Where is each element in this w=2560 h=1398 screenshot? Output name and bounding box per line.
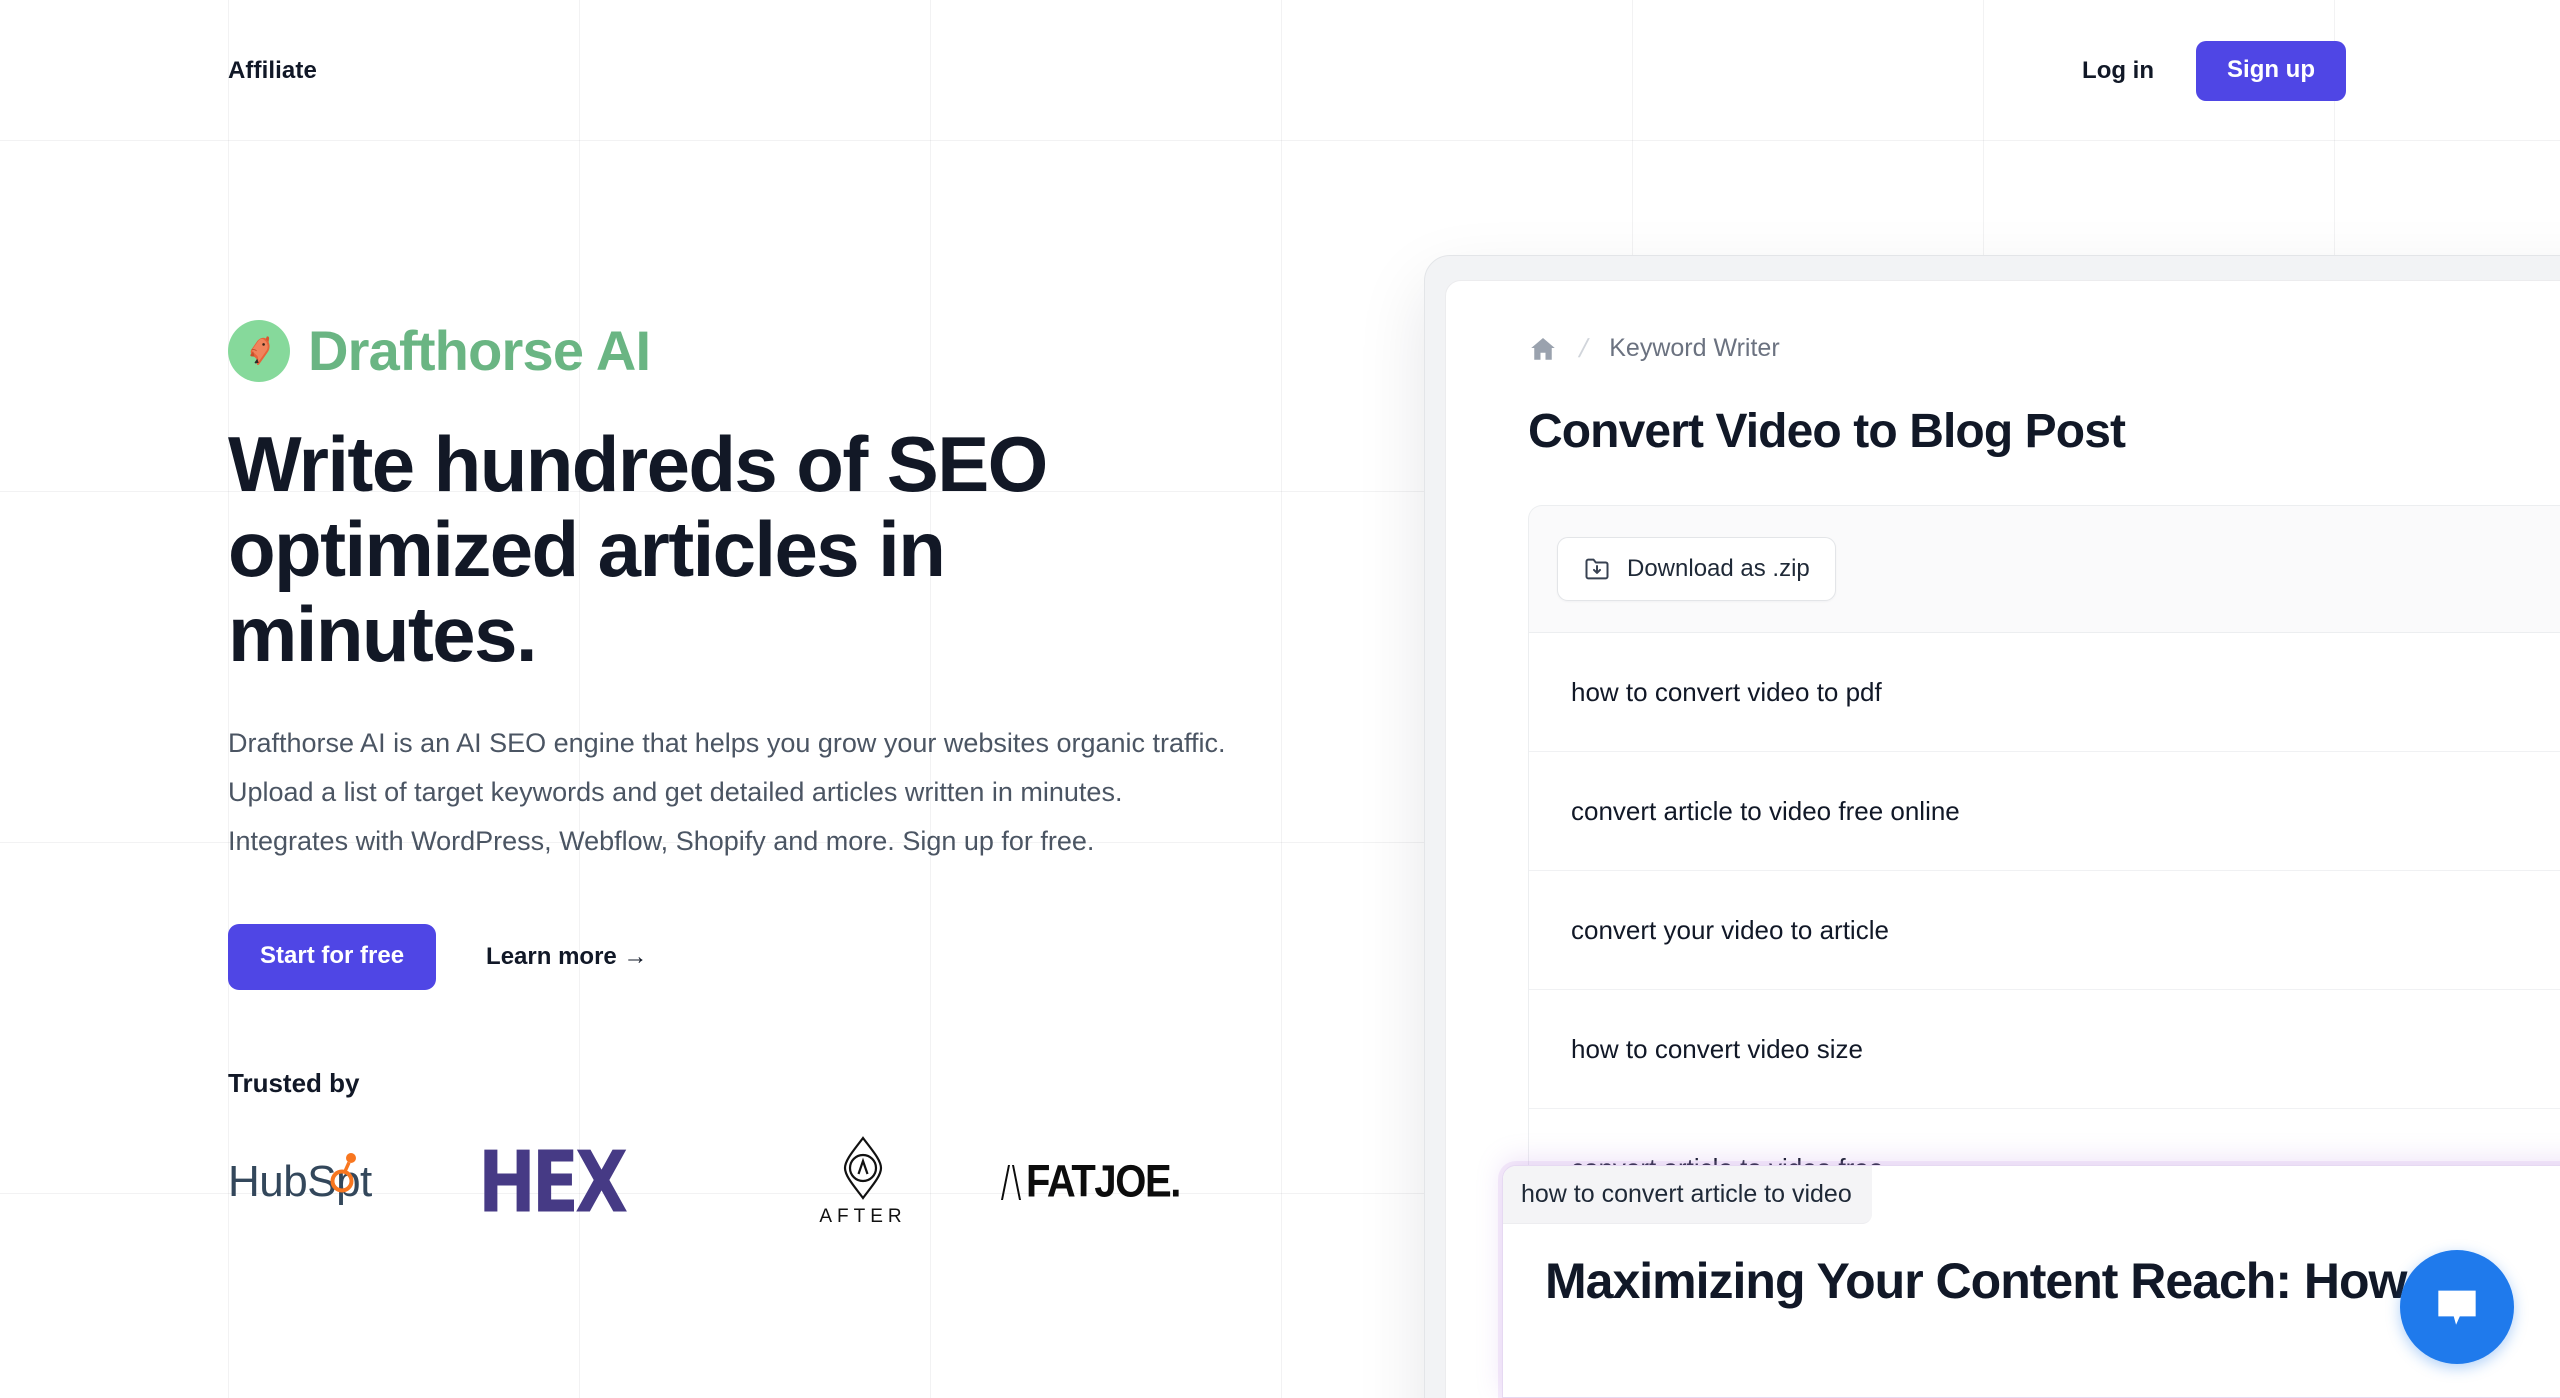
logo-hex: HEX — [478, 1133, 728, 1232]
navbar-right: Log in Sign up — [2082, 41, 2346, 101]
learn-more-link[interactable]: Learn more → — [486, 943, 647, 971]
page-title: Write hundreds of SEO optimized articles… — [228, 420, 1048, 679]
chat-bubble-icon — [2438, 1290, 2476, 1325]
cta-row: Start for free Learn more → — [228, 924, 1348, 991]
brand-name: Drafthorse AI — [308, 319, 651, 382]
brand-lockup: Drafthorse AI — [228, 320, 1348, 382]
logo-after-text: AFTER — [819, 1206, 907, 1228]
logo-hex-text: HEX — [478, 1133, 628, 1232]
start-for-free-button[interactable]: Start for free — [228, 924, 437, 991]
keyword-row[interactable]: convert article to video free online — [1529, 752, 2560, 871]
hero-section: Drafthorse AI Write hundreds of SEO opti… — [228, 320, 1348, 1232]
logo-hubspot-suffix: t — [360, 1157, 372, 1207]
trusted-logo-row: HubSpt HEX AFTER FATJOE. — [228, 1133, 1348, 1232]
horse-head-icon — [228, 320, 290, 382]
login-link[interactable]: Log in — [2082, 57, 2154, 85]
home-icon[interactable] — [1528, 334, 1558, 364]
download-zip-label: Download as .zip — [1627, 555, 1810, 582]
folder-download-icon — [1585, 558, 1609, 580]
article-keyword-chip: how to convert article to video — [1503, 1166, 1872, 1224]
chat-widget-button[interactable] — [2400, 1250, 2514, 1364]
keyword-row[interactable]: how to convert video to pdf — [1529, 633, 2560, 752]
signup-button[interactable]: Sign up — [2196, 41, 2346, 101]
logo-after: AFTER — [728, 1133, 998, 1231]
breadcrumb-separator: / — [1576, 333, 1592, 363]
fatjoe-mark-icon — [1001, 1165, 1021, 1201]
keyword-list: how to convert video to pdf convert arti… — [1528, 633, 2560, 1228]
nav-link-affiliate[interactable]: Affiliate — [228, 57, 317, 85]
logo-fatjoe: FATJOE. — [998, 1133, 1278, 1231]
article-preview-card[interactable]: how to convert article to video Maximizi… — [1502, 1165, 2560, 1398]
hero-subtitle: Drafthorse AI is an AI SEO engine that h… — [228, 728, 1226, 857]
download-zip-button[interactable]: Download as .zip — [1557, 537, 1836, 601]
trusted-by-label: Trusted by — [228, 1068, 360, 1099]
top-navbar: Affiliate Log in Sign up — [0, 0, 2560, 142]
logo-hubspot: HubSpt — [228, 1133, 478, 1231]
keyword-row[interactable]: how to convert video size — [1529, 990, 2560, 1109]
article-heading: Maximizing Your Content Reach: How — [1545, 1253, 2407, 1309]
keyword-row[interactable]: convert your video to article — [1529, 871, 2560, 990]
navbar-left: Affiliate — [228, 57, 317, 85]
after-diamond-icon — [843, 1136, 883, 1201]
breadcrumb: / Keyword Writer — [1446, 281, 2560, 364]
hubspot-sprocket-icon — [330, 1153, 356, 1193]
app-toolbar: Download as .zip — [1528, 505, 2560, 633]
logo-fatjoe-text: FATJOE. — [1026, 1156, 1181, 1207]
app-page-title: Convert Video to Blog Post — [1528, 405, 2126, 458]
landing-page: Affiliate Log in Sign up Drafthorse AI W… — [0, 0, 2560, 1398]
breadcrumb-current[interactable]: Keyword Writer — [1609, 334, 1779, 363]
